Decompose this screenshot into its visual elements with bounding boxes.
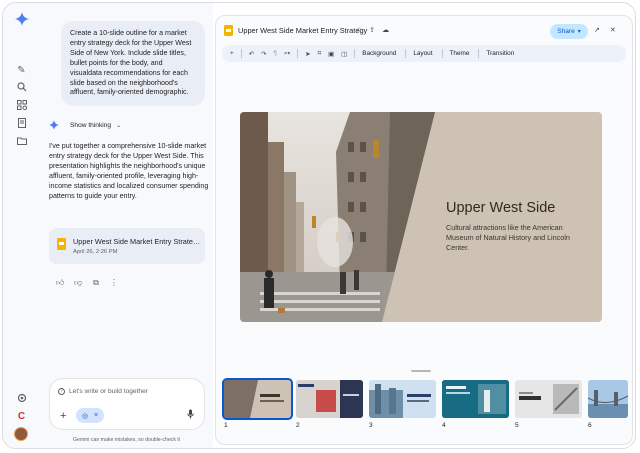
toolbar-divider (441, 49, 443, 58)
toolbar-background[interactable]: Background (362, 50, 396, 57)
new-chat-icon[interactable]: ✎ (15, 64, 28, 77)
toolbar-divider (354, 49, 356, 58)
prompt-composer[interactable]: ? Let's write or build together + ◎ × (49, 378, 205, 430)
add-icon[interactable]: + (60, 410, 66, 422)
response-actions: 👍︎ 👎︎ ⧉ ⋮ (55, 278, 119, 288)
avatar[interactable] (14, 427, 28, 441)
gemini-spark-icon (49, 120, 59, 130)
slides-doc-card[interactable]: Upper West Side Market Entry Strate… Apr… (49, 228, 205, 264)
toolbar-layout[interactable]: Layout (413, 50, 432, 57)
slide-number: 2 (296, 422, 300, 429)
chat-panel: Create a 10-slide outline for a market e… (41, 3, 213, 448)
canvas-tool-chip[interactable]: ◎ × (76, 408, 104, 423)
slide-body[interactable]: Cultural attractions like the American M… (446, 223, 588, 253)
slide-thumbnail-5[interactable] (515, 380, 582, 418)
slide-thumbnail-2[interactable] (296, 380, 363, 418)
library-icon[interactable] (15, 118, 28, 131)
left-rail: ✎ C (3, 3, 41, 448)
thumbnail-preview (442, 380, 509, 418)
slides-editor: Upper West Side Market Entry Strategy ☆ … (215, 15, 633, 445)
slide-thumbnail-6[interactable] (588, 380, 628, 418)
street-photo (240, 112, 435, 322)
cloud-saved-icon: ☁ (382, 27, 390, 34)
title-actions: ☆ ⇪ ☁ (356, 26, 389, 34)
chevron-down-icon: ⌄ (116, 122, 122, 129)
undo-icon[interactable]: ↶ (249, 50, 254, 58)
brand-icon[interactable]: C (15, 410, 28, 423)
folder-icon[interactable] (15, 136, 28, 149)
shapes-icon[interactable]: ◫ (341, 50, 347, 58)
prompt-input[interactable]: ? Let's write or build together (58, 388, 148, 395)
slides-file-icon (57, 238, 66, 250)
canvas-icon: ◎ (81, 412, 89, 420)
settings-icon[interactable] (15, 393, 28, 406)
app-window: ✎ C Create a 10-slide outline for a mark… (2, 2, 636, 449)
slide-thumbnail-1[interactable] (222, 378, 293, 420)
image-icon[interactable]: ▣ (328, 50, 334, 58)
slide-thumbnail-3[interactable] (369, 380, 436, 418)
thumbnail-preview (369, 380, 436, 418)
slide-number: 3 (369, 422, 373, 429)
editor-toolbar: + ↶ ↷ ¶ ⌕▾ ➤ ⌗ ▣ ◫ Background Layout The… (222, 45, 626, 62)
search-icon[interactable] (15, 82, 28, 95)
zoom-icon[interactable]: ⌕▾ (284, 50, 290, 58)
open-external-icon[interactable]: ↗ (594, 26, 600, 34)
thumbnail-preview (296, 380, 363, 418)
slide-thumbnail-4[interactable] (442, 380, 509, 418)
slide-number: 1 (224, 422, 228, 429)
star-icon[interactable]: ☆ (356, 26, 362, 34)
paint-format-icon[interactable]: ¶ (273, 50, 276, 57)
select-icon[interactable]: ➤ (305, 50, 310, 58)
toolbar-transition[interactable]: Transition (486, 50, 514, 57)
share-button[interactable]: Share ▾ (550, 24, 588, 39)
toolbar-divider (405, 49, 407, 58)
slides-file-icon (224, 25, 233, 36)
close-icon[interactable]: ✕ (610, 26, 616, 34)
cloud-move-icon[interactable]: ⇪ (369, 26, 375, 34)
slide-heading[interactable]: Upper West Side (446, 200, 555, 216)
gems-icon[interactable] (15, 100, 28, 113)
slide-number: 4 (442, 422, 446, 429)
thumbnail-preview (588, 380, 628, 418)
slide-number: 6 (588, 422, 592, 429)
prompt-placeholder: Let's write or build together (69, 388, 148, 395)
window-actions: ↗ ✕ (594, 26, 616, 34)
chevron-down-icon: ▾ (577, 29, 581, 35)
crop-icon[interactable]: ⌗ (318, 50, 322, 58)
toolbar-theme[interactable]: Theme (450, 50, 470, 57)
show-thinking-toggle[interactable]: Show thinking ⌄ (49, 120, 121, 130)
resize-handle[interactable] (411, 370, 431, 372)
current-slide[interactable]: Upper West Side Cultural attractions lik… (240, 112, 602, 322)
add-slide-icon[interactable]: + (230, 50, 234, 57)
toolbar-divider (297, 49, 299, 58)
thumbs-up-icon[interactable]: 👍︎ (55, 278, 65, 288)
assistant-reply: I've put together a comprehensive 10-sli… (49, 142, 209, 201)
thumbnail-preview (224, 380, 284, 418)
thumbnail-preview (515, 380, 582, 418)
close-icon[interactable]: × (94, 412, 98, 419)
disclaimer-text: Gemini can make mistakes, so double-chec… (73, 437, 180, 443)
slide-number: 5 (515, 422, 519, 429)
mic-icon[interactable] (187, 409, 194, 421)
toolbar-divider (240, 49, 242, 58)
redo-icon[interactable]: ↷ (261, 50, 266, 58)
user-prompt-bubble: Create a 10-slide outline for a market e… (61, 21, 205, 107)
doc-card-date: April 26, 2:26 PM (73, 249, 118, 255)
presentation-title-bar: Upper West Side Market Entry Strategy (224, 25, 367, 36)
toolbar-divider (478, 49, 480, 58)
share-label: Share (557, 28, 575, 35)
copy-icon[interactable]: ⧉ (91, 278, 101, 288)
show-thinking-label: Show thinking (70, 121, 112, 129)
help-icon: ? (58, 388, 65, 395)
gemini-logo-icon[interactable] (15, 12, 29, 26)
thumbs-down-icon[interactable]: 👎︎ (73, 278, 83, 288)
more-options-icon[interactable]: ⋮ (109, 278, 119, 288)
presentation-title[interactable]: Upper West Side Market Entry Strategy (238, 26, 367, 35)
doc-card-title: Upper West Side Market Entry Strate… (73, 237, 201, 246)
